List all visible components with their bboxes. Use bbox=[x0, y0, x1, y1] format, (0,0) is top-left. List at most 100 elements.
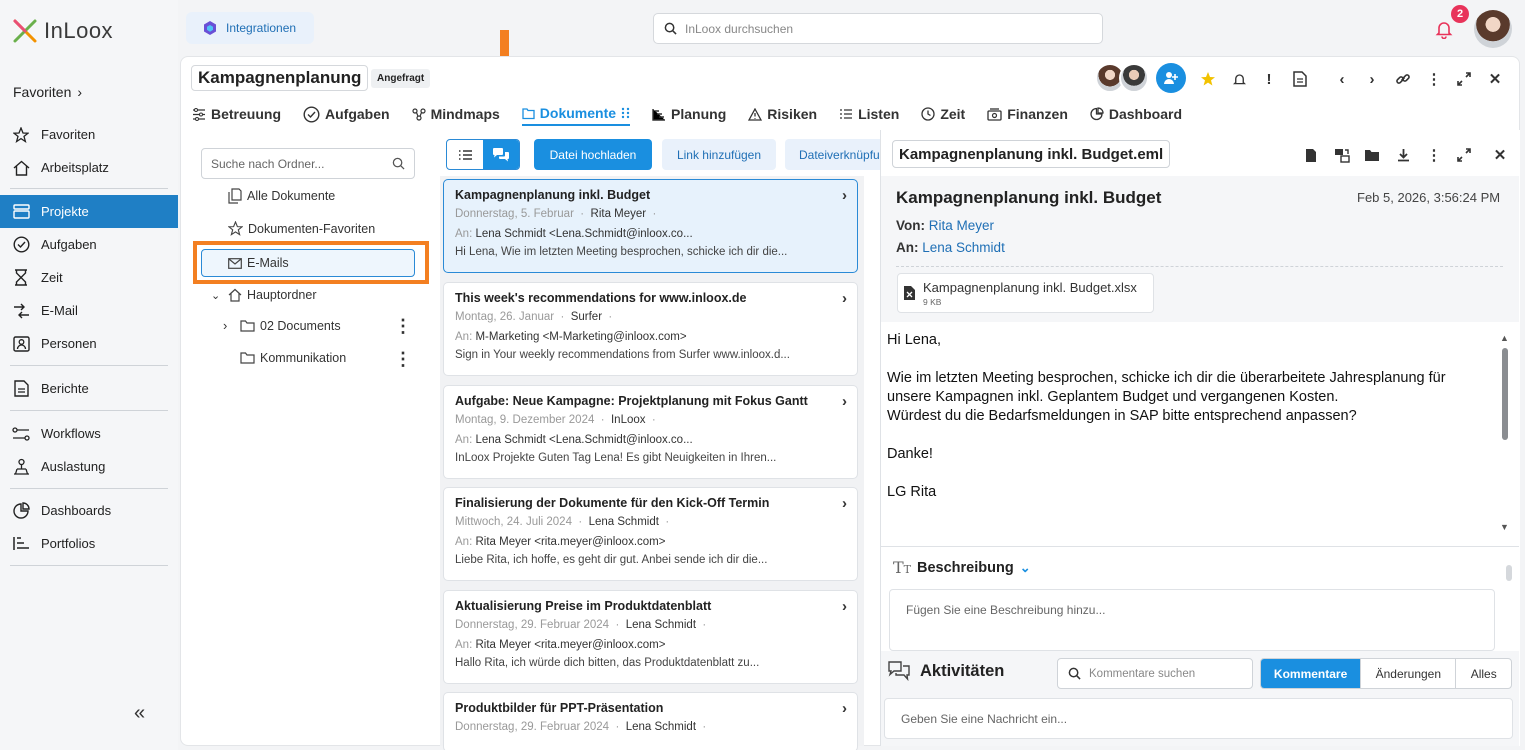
scrollbar[interactable] bbox=[1506, 565, 1512, 581]
next-icon[interactable]: › bbox=[1362, 69, 1382, 89]
tab-dokumente[interactable]: Dokumente bbox=[521, 102, 631, 126]
chevron-down-icon[interactable]: ⌄ bbox=[211, 289, 223, 302]
open-folder-icon[interactable] bbox=[1362, 145, 1382, 165]
comments-search-input[interactable]: Kommentare suchen bbox=[1057, 658, 1253, 689]
replace-file-icon[interactable] bbox=[1332, 145, 1352, 165]
add-link-button[interactable]: Link hinzufügen bbox=[662, 139, 776, 170]
attachment[interactable]: Kampagnenplanung inkl. Budget.xlsx 9 KB bbox=[897, 273, 1154, 313]
download-icon[interactable] bbox=[1393, 145, 1413, 165]
close-icon[interactable]: ✕ bbox=[1490, 145, 1510, 165]
folder-search-input[interactable]: Suche nach Ordner... bbox=[201, 148, 415, 179]
conversation-view-button[interactable] bbox=[483, 140, 519, 169]
integrations-button[interactable]: Integrationen bbox=[186, 12, 314, 44]
scroll-up-icon[interactable]: ▲ bbox=[1500, 333, 1509, 343]
text-format-icon: TT bbox=[893, 558, 912, 577]
chevron-right-icon[interactable]: › bbox=[842, 495, 847, 512]
tab-changes[interactable]: Änderungen bbox=[1361, 659, 1457, 688]
chevron-right-icon[interactable]: › bbox=[223, 318, 235, 333]
sidebar-item-arbeitsplatz[interactable]: Arbeitsplatz bbox=[0, 151, 178, 184]
divider bbox=[10, 365, 168, 366]
folder-all-documents[interactable]: Alle Dokumente bbox=[228, 188, 335, 204]
previous-icon[interactable]: ‹ bbox=[1332, 69, 1352, 89]
mail-meta: Montag, 9. Dezember 2024 · InLoox · bbox=[455, 414, 656, 426]
tab-betreuung[interactable]: Betreuung bbox=[192, 102, 281, 126]
status-badge[interactable]: Angefragt bbox=[371, 69, 431, 88]
sidebar-item-workflows[interactable]: Workflows bbox=[0, 417, 178, 450]
more-icon[interactable]: ⋮ bbox=[1424, 69, 1444, 89]
description-header[interactable]: TT Beschreibung ⌄ bbox=[893, 558, 1031, 577]
priority-icon[interactable]: ! bbox=[1259, 69, 1279, 89]
expand-icon[interactable] bbox=[1454, 69, 1474, 89]
document-icon[interactable] bbox=[1290, 69, 1310, 89]
list-item[interactable]: Finalisierung der Dokumente für den Kick… bbox=[443, 487, 858, 581]
folder-more-icon[interactable]: ⋮ bbox=[394, 350, 412, 368]
member-avatar[interactable] bbox=[1119, 63, 1149, 93]
chevron-right-icon[interactable]: › bbox=[842, 393, 847, 410]
list-view-button[interactable] bbox=[447, 140, 483, 169]
sidebar-item-berichte[interactable]: Berichte bbox=[0, 372, 178, 405]
project-title[interactable]: Kampagnenplanung bbox=[191, 65, 369, 91]
tab-planung[interactable]: Planung bbox=[652, 102, 726, 126]
scrollbar[interactable] bbox=[1502, 348, 1508, 440]
chevron-right-icon[interactable]: › bbox=[842, 700, 847, 717]
folder-more-icon[interactable]: ⋮ bbox=[394, 317, 412, 335]
drag-grid-icon[interactable] bbox=[621, 107, 630, 119]
sidebar-item-personen[interactable]: Personen bbox=[0, 327, 178, 360]
close-icon[interactable]: ✕ bbox=[1485, 69, 1505, 89]
file-link-button[interactable]: Dateiverknüpfu bbox=[785, 139, 880, 170]
list-item[interactable]: This week's recommendations for www.inlo… bbox=[443, 282, 858, 376]
folder-02-documents[interactable]: › 02 Documents bbox=[223, 318, 341, 333]
document-icon[interactable] bbox=[1301, 145, 1321, 165]
tab-finanzen[interactable]: Finanzen bbox=[987, 102, 1068, 126]
list-item[interactable]: Aufgabe: Neue Kampagne: Projektplanung m… bbox=[443, 385, 858, 479]
divider bbox=[896, 266, 1503, 267]
sender-link[interactable]: Rita Meyer bbox=[929, 218, 994, 233]
chevron-right-icon[interactable]: › bbox=[842, 187, 847, 204]
bell-icon[interactable] bbox=[1229, 69, 1249, 89]
description-input[interactable]: Fügen Sie eine Beschreibung hinzu... bbox=[889, 589, 1495, 651]
mail-subject: Aufgabe: Neue Kampagne: Projektplanung m… bbox=[455, 394, 808, 408]
tab-zeit[interactable]: Zeit bbox=[921, 102, 965, 126]
list-item[interactable]: Produktbilder für PPT-Präsentation Donner… bbox=[443, 692, 858, 750]
list-item[interactable]: Aktualisierung Preise im Produktdatenbla… bbox=[443, 590, 858, 684]
sidebar-item-e-mail[interactable]: E-Mail bbox=[0, 294, 178, 327]
message-input[interactable]: Geben Sie eine Nachricht ein... bbox=[884, 698, 1513, 739]
link-icon[interactable] bbox=[1393, 69, 1413, 89]
tab-all[interactable]: Alles bbox=[1456, 659, 1511, 688]
collapse-sidebar-button[interactable]: « bbox=[134, 702, 145, 725]
sidebar-item-projekte[interactable]: Projekte bbox=[0, 195, 178, 228]
tab-risiken[interactable]: Risiken bbox=[748, 102, 817, 126]
tab-listen[interactable]: Listen bbox=[839, 102, 899, 126]
user-avatar[interactable] bbox=[1474, 10, 1512, 48]
sidebar-item-dashboards[interactable]: Dashboards bbox=[0, 494, 178, 527]
global-search-input[interactable]: InLoox durchsuchen bbox=[653, 13, 1103, 44]
upload-file-button[interactable]: Datei hochladen bbox=[534, 139, 652, 170]
sidebar-item-aufgaben[interactable]: Aufgaben bbox=[0, 228, 178, 261]
tab-aufgaben[interactable]: Aufgaben bbox=[303, 102, 390, 126]
chevron-right-icon[interactable]: › bbox=[842, 290, 847, 307]
tab-dashboard[interactable]: Dashboard bbox=[1090, 102, 1182, 126]
chevron-right-icon[interactable]: › bbox=[842, 598, 847, 615]
expand-icon[interactable] bbox=[1454, 145, 1474, 165]
sidebar-item-portfolios[interactable]: Portfolios bbox=[0, 527, 178, 560]
sidebar-item-auslastung[interactable]: Auslastung bbox=[0, 450, 178, 483]
viewer-filename[interactable]: Kampagnenplanung inkl. Budget.eml bbox=[892, 140, 1171, 168]
list-item[interactable]: Kampagnenplanung inkl. Budget Donnerstag,… bbox=[443, 179, 858, 273]
tab-comments[interactable]: Kommentare bbox=[1261, 659, 1362, 688]
sidebar-item-favoriten[interactable]: Favoriten bbox=[0, 118, 178, 151]
favorite-star-icon[interactable] bbox=[1198, 69, 1218, 89]
sidebar-item-zeit[interactable]: Zeit bbox=[0, 261, 178, 294]
mail-recipient: An: Lena Schmidt <Lena.Schmidt@inloox.co… bbox=[455, 228, 693, 240]
folder-favorites[interactable]: Dokumenten-Favoriten bbox=[228, 221, 375, 236]
folder-kommunikation[interactable]: Kommunikation bbox=[240, 351, 346, 365]
add-member-button[interactable] bbox=[1156, 63, 1186, 93]
favorites-header[interactable]: Favoriten › bbox=[13, 84, 82, 100]
app-logo[interactable]: InLoox bbox=[12, 18, 113, 44]
more-icon[interactable]: ⋮ bbox=[1424, 145, 1444, 165]
tab-mindmaps[interactable]: Mindmaps bbox=[411, 102, 500, 126]
chevron-right-icon: › bbox=[77, 84, 83, 100]
scroll-down-icon[interactable]: ▼ bbox=[1500, 522, 1509, 532]
recipient-link[interactable]: Lena Schmidt bbox=[922, 240, 1005, 255]
notification-bell-icon[interactable] bbox=[1434, 19, 1454, 39]
folder-main[interactable]: ⌄ Hauptordner bbox=[211, 288, 317, 302]
